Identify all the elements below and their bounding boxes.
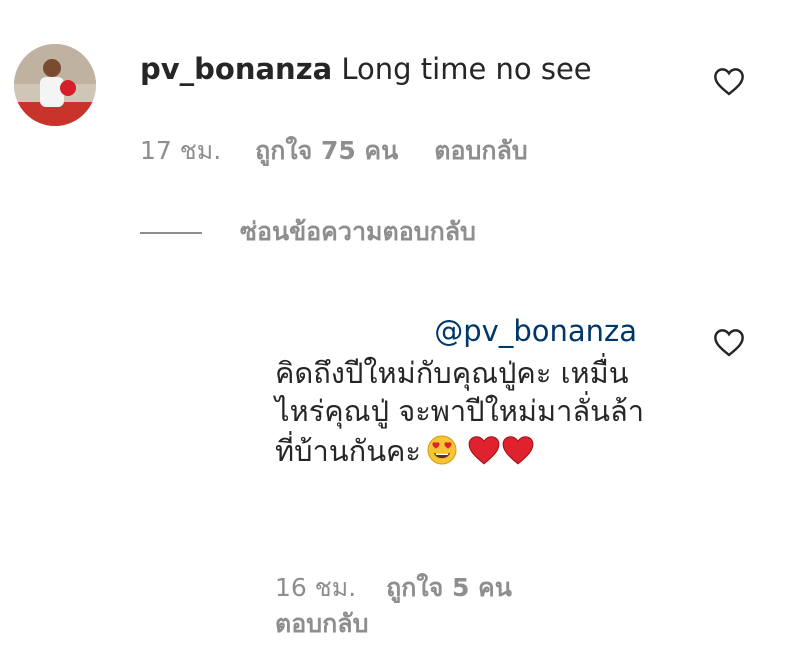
reply-comment: @pv_bonanza คิดถึงปีใหม่กับคุณปู่คะ เหมื… bbox=[275, 312, 675, 470]
comment-time: 17 ชม. bbox=[140, 136, 222, 165]
heart-eyes-emoji-icon bbox=[425, 434, 459, 466]
comment-meta: 17 ชม. ถูกใจ 75 คน ตอบกลับ bbox=[140, 131, 528, 171]
red-heart-emoji-icon bbox=[501, 434, 535, 466]
red-heart-emoji-icon bbox=[467, 434, 501, 466]
reply-mention-link[interactable]: @pv_bonanza bbox=[275, 312, 675, 350]
hide-replies-label: ซ่อนข้อความตอบกลับ bbox=[240, 217, 476, 246]
avatar-image bbox=[14, 44, 96, 126]
avatar[interactable] bbox=[14, 44, 96, 126]
reply-meta: 16 ชม. ถูกใจ 5 คน bbox=[275, 568, 512, 608]
comment-text: Long time no see bbox=[341, 52, 592, 86]
heart-outline-icon bbox=[714, 329, 744, 357]
reply-reply-button[interactable]: ตอบกลับ bbox=[275, 604, 368, 644]
comment-likes-link[interactable]: ถูกใจ 75 คน bbox=[255, 131, 398, 171]
hide-replies-button[interactable]: ซ่อนข้อความตอบกลับ bbox=[140, 212, 476, 252]
reply-text: คิดถึงปีใหม่กับคุณปู่คะ เหมื่นไหร่คุณปู่… bbox=[275, 356, 645, 468]
like-reply-heart-icon[interactable] bbox=[712, 327, 746, 357]
reply-text-block: คิดถึงปีใหม่กับคุณปู่คะ เหมื่นไหร่คุณปู่… bbox=[275, 354, 675, 470]
comment-reply-button[interactable]: ตอบกลับ bbox=[434, 131, 527, 171]
comment-line: pv_bonanza Long time no see bbox=[140, 52, 592, 86]
divider-line bbox=[140, 232, 202, 234]
like-comment-heart-icon[interactable] bbox=[712, 66, 746, 96]
comment-username[interactable]: pv_bonanza bbox=[140, 52, 332, 86]
heart-outline-icon bbox=[714, 68, 744, 96]
reply-time: 16 ชม. bbox=[275, 573, 357, 602]
reply-likes-link[interactable]: ถูกใจ 5 คน bbox=[386, 568, 512, 608]
